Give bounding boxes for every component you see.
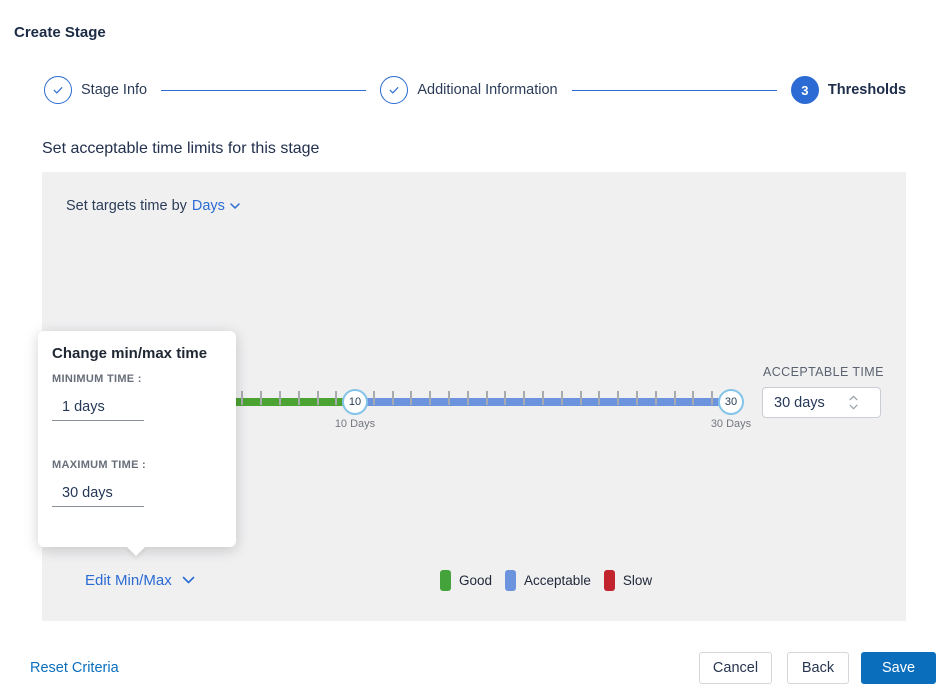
acceptable-time-field	[762, 387, 881, 418]
stepper-connector	[572, 90, 777, 91]
save-button[interactable]: Save	[861, 652, 936, 684]
legend-item-good: Good	[440, 570, 492, 591]
edit-minmax-label: Edit Min/Max	[85, 572, 172, 589]
step-thresholds[interactable]: 3 Thresholds	[791, 76, 906, 104]
edit-minmax-link[interactable]: Edit Min/Max	[85, 572, 195, 589]
chevron-down-icon[interactable]	[230, 203, 240, 210]
step-label: Additional Information	[417, 82, 557, 98]
step-number-badge: 3	[791, 76, 819, 104]
check-icon	[387, 83, 401, 97]
popover-title: Change min/max time	[52, 345, 207, 362]
cancel-button[interactable]: Cancel	[699, 652, 772, 684]
acceptable-time-label: ACCEPTABLE TIME	[763, 365, 884, 379]
slider-max-handle[interactable]: 30	[718, 389, 744, 415]
step-additional-information[interactable]: Additional Information	[380, 76, 557, 104]
stepper-down-icon[interactable]	[849, 404, 858, 410]
legend: Good Acceptable Slow	[440, 570, 652, 591]
stepper: Stage Info Additional Information 3 Thre…	[44, 75, 906, 105]
step-label: Stage Info	[81, 82, 147, 98]
change-minmax-popover: Change min/max time MINIMUM TIME : MAXIM…	[38, 331, 236, 547]
maximum-time-label: MAXIMUM TIME :	[52, 459, 146, 471]
set-targets-row: Set targets time by Days	[66, 198, 240, 214]
legend-item-slow: Slow	[604, 570, 652, 591]
minimum-time-input[interactable]	[52, 393, 144, 421]
targets-unit-dropdown[interactable]: Days	[192, 198, 225, 214]
slider-min-label: 10 Days	[320, 418, 390, 430]
page-title: Create Stage	[14, 24, 106, 41]
set-targets-label: Set targets time by	[66, 198, 187, 214]
acceptable-time-input[interactable]	[763, 395, 847, 411]
legend-item-acceptable: Acceptable	[505, 570, 591, 591]
back-button[interactable]: Back	[787, 652, 849, 684]
chevron-down-icon	[182, 576, 195, 585]
minimum-time-label: MINIMUM TIME :	[52, 373, 142, 385]
stepper-connector	[161, 90, 366, 91]
maximum-time-input[interactable]	[52, 479, 144, 507]
legend-label: Good	[459, 573, 492, 588]
step-stage-info[interactable]: Stage Info	[44, 76, 147, 104]
step-label: Thresholds	[828, 82, 906, 98]
legend-swatch-good	[440, 570, 451, 591]
popover-arrow	[126, 546, 146, 556]
number-stepper	[849, 395, 858, 410]
legend-label: Slow	[623, 573, 652, 588]
slider-max-label: 30 Days	[696, 418, 766, 430]
stepper-up-icon[interactable]	[849, 395, 858, 401]
reset-criteria-link[interactable]: Reset Criteria	[30, 660, 119, 676]
legend-swatch-slow	[604, 570, 615, 591]
legend-label: Acceptable	[524, 573, 591, 588]
check-icon	[51, 83, 65, 97]
section-heading: Set acceptable time limits for this stag…	[42, 140, 319, 158]
slider-min-handle[interactable]: 10	[342, 389, 368, 415]
step-complete-icon	[44, 76, 72, 104]
step-complete-icon	[380, 76, 408, 104]
legend-swatch-acceptable	[505, 570, 516, 591]
